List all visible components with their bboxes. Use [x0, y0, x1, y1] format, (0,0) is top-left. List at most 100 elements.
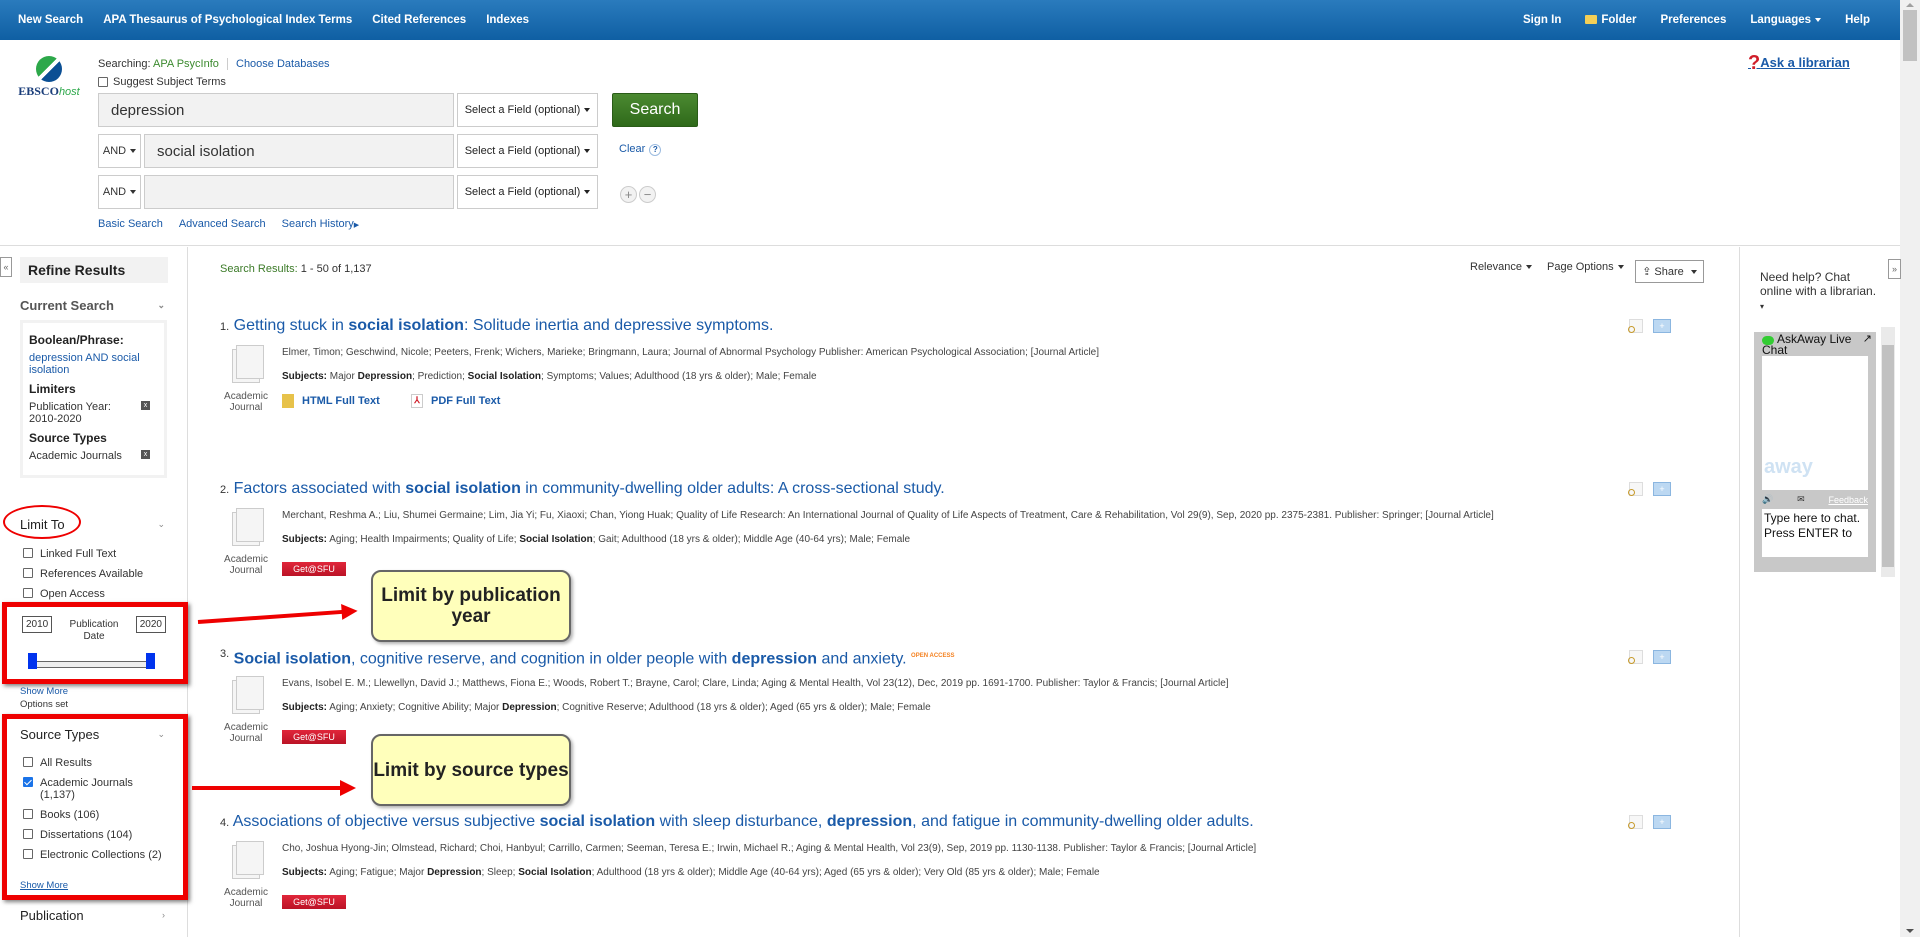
result-title-text[interactable]: Social isolation, cognitive reserve, and…: [234, 650, 907, 667]
highlighted-term: depression: [731, 650, 818, 668]
preview-icon[interactable]: [1628, 815, 1643, 829]
limit-option[interactable]: Open Access: [23, 588, 143, 600]
email-icon[interactable]: ✉: [1797, 494, 1805, 505]
limit-option[interactable]: Linked Full Text: [23, 548, 143, 560]
share-button[interactable]: ⇪ Share: [1635, 260, 1704, 283]
result-title[interactable]: 2. Factors associated with social isolat…: [220, 480, 1620, 498]
collapse-sidebar-button[interactable]: «: [0, 257, 12, 277]
field-select-3[interactable]: Select a Field (optional): [457, 175, 598, 209]
limit-option[interactable]: References Available: [23, 568, 143, 580]
remove-source-type-icon[interactable]: x: [141, 450, 150, 459]
search-input-1[interactable]: depression: [98, 93, 454, 127]
page-scrollbar[interactable]: [1900, 0, 1920, 937]
current-search-header[interactable]: Current Search ⌄: [20, 298, 165, 313]
ask-librarian-link[interactable]: ?Ask a librarian: [1748, 52, 1850, 75]
scroll-up-icon[interactable]: [1906, 3, 1914, 7]
checkbox[interactable]: [23, 809, 33, 819]
add-to-folder-icon[interactable]: +: [1653, 650, 1671, 664]
nav-new-search[interactable]: New Search: [18, 14, 83, 26]
sort-relevance-dropdown[interactable]: Relevance: [1470, 261, 1532, 273]
publication-date-slider[interactable]: [32, 661, 150, 668]
expand-sidebar-button[interactable]: »: [1888, 259, 1901, 279]
checkbox[interactable]: [23, 829, 33, 839]
source-type-option[interactable]: Books (106): [23, 809, 163, 821]
suggest-terms-checkbox[interactable]: [98, 77, 108, 87]
pdf-full-text-link[interactable]: ⅄ PDF Full Text: [411, 394, 500, 408]
result-title[interactable]: 3. Social isolation, cognitive reserve, …: [220, 648, 1620, 668]
text-segment: and anxiety.: [817, 650, 907, 668]
add-row-icon[interactable]: +: [620, 186, 637, 203]
result-title-text[interactable]: Getting stuck in social isolation: Solit…: [234, 317, 774, 334]
preview-icon[interactable]: [1628, 482, 1643, 496]
preview-icon[interactable]: [1628, 650, 1643, 664]
popout-icon[interactable]: ↗: [1863, 334, 1872, 345]
boolean-select-2[interactable]: AND: [98, 134, 141, 168]
slider-handle-from[interactable]: [28, 653, 37, 669]
source-type-option[interactable]: Electronic Collections (2): [23, 849, 163, 861]
nav-help[interactable]: Help: [1845, 14, 1870, 26]
result-title-text[interactable]: Associations of objective versus subject…: [233, 813, 1254, 830]
add-to-folder-icon[interactable]: +: [1653, 319, 1671, 333]
suggest-subject-terms[interactable]: Suggest Subject Terms: [98, 76, 226, 88]
checkbox[interactable]: [23, 849, 33, 859]
field-select-2[interactable]: Select a Field (optional): [457, 134, 598, 168]
checkbox[interactable]: [23, 757, 33, 767]
source-type-option[interactable]: Academic Journals (1,137): [23, 777, 163, 801]
boolean-phrase-value[interactable]: depression AND social isolation: [29, 352, 140, 376]
checkbox-checked[interactable]: [23, 777, 33, 787]
result-title-text[interactable]: Factors associated with social isolation…: [234, 480, 945, 497]
remove-row-icon[interactable]: −: [639, 186, 656, 203]
get-sfu-button[interactable]: Get@SFU: [282, 730, 346, 744]
add-to-folder-icon[interactable]: +: [1653, 815, 1671, 829]
search-history-link[interactable]: Search History▶: [282, 218, 360, 230]
chat-scrollbar[interactable]: [1881, 327, 1895, 577]
page-options-dropdown[interactable]: Page Options: [1547, 261, 1624, 273]
chat-input[interactable]: Type here to chat. Press ENTER to: [1762, 509, 1868, 557]
checkbox[interactable]: [23, 568, 33, 578]
result-title[interactable]: 4. Associations of objective versus subj…: [220, 813, 1620, 831]
advanced-search-link[interactable]: Advanced Search: [179, 218, 266, 230]
nav-preferences[interactable]: Preferences: [1661, 14, 1727, 26]
remove-limiter-icon[interactable]: x: [141, 401, 150, 410]
show-more-link[interactable]: Show More: [20, 686, 68, 697]
source-type-option[interactable]: Dissertations (104): [23, 829, 163, 841]
source-types-show-more[interactable]: Show More: [20, 880, 68, 891]
sound-icon[interactable]: 🔊: [1762, 494, 1773, 505]
nav-sign-in[interactable]: Sign In: [1523, 14, 1561, 26]
search-input-2[interactable]: social isolation: [144, 134, 454, 168]
source-type-option[interactable]: All Results: [23, 757, 163, 769]
preview-icon[interactable]: [1628, 319, 1643, 333]
checkbox[interactable]: [23, 588, 33, 598]
search-button[interactable]: Search: [612, 93, 698, 127]
slider-handle-to[interactable]: [146, 653, 155, 669]
result-title[interactable]: 1. Getting stuck in social isolation: So…: [220, 317, 1620, 335]
html-full-text-link[interactable]: HTML Full Text: [282, 394, 380, 408]
year-to-input[interactable]: 2020: [135, 616, 166, 633]
choose-databases-link[interactable]: Choose Databases: [236, 58, 330, 70]
year-from-input[interactable]: 2010: [22, 616, 53, 633]
nav-cited-references[interactable]: Cited References: [372, 14, 466, 26]
checkbox[interactable]: [23, 548, 33, 558]
scrollbar-thumb[interactable]: [1903, 10, 1917, 61]
chevron-down-icon[interactable]: ▾: [1760, 302, 1764, 311]
clear-link[interactable]: Clear: [619, 143, 645, 155]
publication-facet-header[interactable]: Publication ›: [20, 908, 165, 923]
text-segment: Aging; Fatigue; Major: [329, 867, 428, 878]
help-icon[interactable]: ?: [649, 143, 662, 156]
boolean-select-3[interactable]: AND: [98, 175, 141, 209]
source-types-header[interactable]: Source Types ⌄: [20, 727, 165, 742]
chat-scrollbar-thumb[interactable]: [1882, 345, 1894, 567]
nav-folder[interactable]: Folder: [1585, 14, 1637, 26]
ebscohost-logo[interactable]: EBSCOhost: [14, 56, 84, 99]
get-sfu-button[interactable]: Get@SFU: [282, 562, 346, 576]
get-sfu-button[interactable]: Get@SFU: [282, 895, 346, 909]
field-select-1[interactable]: Select a Field (optional): [457, 93, 598, 127]
search-input-3[interactable]: [144, 175, 454, 209]
nav-languages[interactable]: Languages: [1750, 14, 1822, 26]
add-to-folder-icon[interactable]: +: [1653, 482, 1671, 496]
nav-apa-thesaurus[interactable]: APA Thesaurus of Psychological Index Ter…: [103, 14, 352, 26]
feedback-link[interactable]: Feedback: [1828, 495, 1868, 505]
basic-search-link[interactable]: Basic Search: [98, 218, 163, 230]
nav-indexes[interactable]: Indexes: [486, 14, 529, 26]
scroll-down-icon[interactable]: [1906, 929, 1914, 933]
